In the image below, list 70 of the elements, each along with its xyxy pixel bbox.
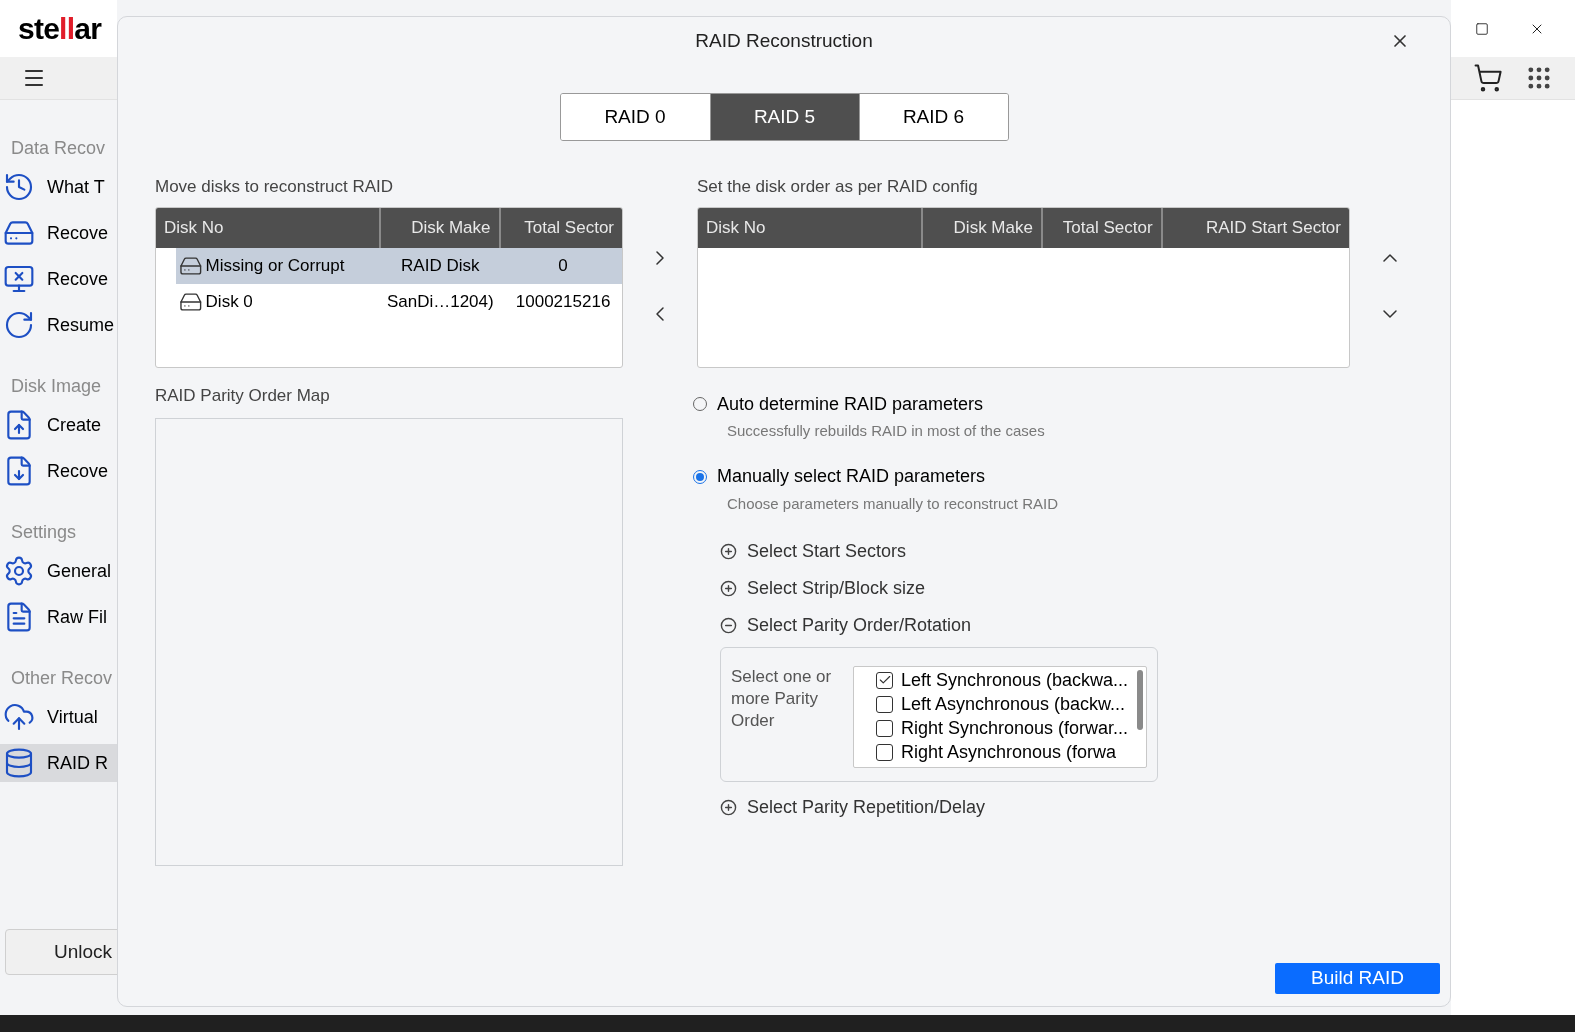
column-header: Disk Make [921, 208, 1041, 248]
section-title: Disk Image [10, 375, 103, 398]
sidebar-item[interactable]: Recove [0, 260, 117, 298]
checkbox-item[interactable]: Left Asynchronous (backw... [876, 692, 1146, 716]
section-title: Data Recov [10, 137, 107, 160]
refresh-icon [3, 309, 35, 341]
table-cell-text: Disk 0 [205, 291, 254, 314]
sidebar-item[interactable]: Raw Fil [0, 598, 117, 636]
section-title: Settings [10, 521, 78, 544]
unlock-button[interactable]: Unlock [5, 929, 117, 975]
monitor-icon [3, 263, 35, 295]
expander-row[interactable]: Select Strip/Block size [720, 570, 1350, 607]
sidebar-item[interactable]: Recove [0, 452, 117, 490]
column-header: Disk No [705, 217, 767, 240]
sidebar-item[interactable]: Resume [0, 306, 117, 344]
section-title: Other Recov [10, 667, 114, 690]
expand-icon [720, 580, 737, 597]
cloud-icon [3, 701, 35, 733]
drive-icon [179, 254, 203, 278]
sidebar-item[interactable]: RAID R [0, 744, 117, 782]
radio-label[interactable]: Manually select RAID parameters [717, 463, 986, 490]
table-row[interactable]: Disk 0 SanDi…1204) 1000215216 [176, 284, 622, 320]
checkbox[interactable] [876, 695, 893, 713]
collapse-icon [720, 617, 737, 634]
dialog-title: RAID Reconstruction [695, 28, 873, 53]
expand-icon [720, 799, 737, 816]
drive-icon [179, 290, 203, 314]
build-raid-button[interactable]: Build RAID [1275, 963, 1440, 994]
expander-row[interactable]: Select Start Sectors [720, 533, 1350, 570]
sidebar-item[interactable]: Recove [0, 214, 117, 252]
gear-icon [3, 555, 35, 587]
logo: stellar [18, 11, 102, 47]
option-description: Successfully rebuilds RAID in most of the cases [726, 421, 1046, 441]
section-label: RAID Parity Order Map [155, 385, 331, 407]
scrollbar-thumb[interactable] [1137, 670, 1143, 730]
checkbox-item[interactable]: Left Synchronous (backwa... [876, 668, 1146, 692]
section-label: Move disks to reconstruct RAID [155, 176, 395, 198]
sidebar-item[interactable]: What T [0, 168, 117, 206]
tab[interactable]: RAID 0 [560, 94, 710, 140]
column-header: Disk No [163, 217, 225, 240]
sidebar-item[interactable]: Create [0, 406, 117, 444]
field-label: Select one or more Parity Order [731, 666, 833, 732]
checkbox[interactable] [876, 719, 893, 737]
column-header: Total Sector [1040, 208, 1161, 248]
tab[interactable]: RAID 5 [709, 94, 859, 140]
checkbox-item[interactable]: Right Asynchronous (forwa [876, 740, 1146, 764]
cart-icon[interactable] [1473, 63, 1503, 93]
checkbox[interactable] [876, 671, 893, 689]
expander-row[interactable]: Select Parity Order/Rotation [720, 607, 1350, 644]
table-cell-text: Missing or Corrupt [205, 255, 346, 278]
table-cell-text: SanDi…1204) [385, 291, 495, 314]
expander-row[interactable]: Select Parity Repetition/Delay [720, 789, 1350, 826]
checkbox[interactable] [876, 743, 893, 761]
table-cell-text: 0 [557, 255, 569, 278]
radio-label[interactable]: Auto determine RAID parameters [717, 390, 984, 418]
database-icon [3, 747, 35, 779]
check-icon [877, 673, 892, 687]
sidebar-item[interactable]: Virtual [0, 698, 117, 736]
history-icon [3, 171, 35, 203]
table-cell-text: RAID Disk [400, 255, 481, 278]
table-cell-text: 1000215216 [514, 291, 612, 314]
maximize-icon[interactable] [1475, 21, 1489, 36]
column-header: RAID Start Sector [1160, 208, 1349, 248]
checkbox-item[interactable]: Right Synchronous (forwar... [876, 716, 1146, 740]
table-row[interactable]: Missing or Corrupt RAID Disk 0 [176, 248, 622, 284]
expand-icon [720, 543, 737, 560]
section-label: Set the disk order as per RAID config [697, 176, 979, 198]
sidebar-item[interactable]: General [0, 552, 117, 590]
option-description: Choose parameters manually to reconstruct RAID [726, 493, 1059, 514]
tab[interactable]: RAID 6 [858, 94, 1008, 140]
